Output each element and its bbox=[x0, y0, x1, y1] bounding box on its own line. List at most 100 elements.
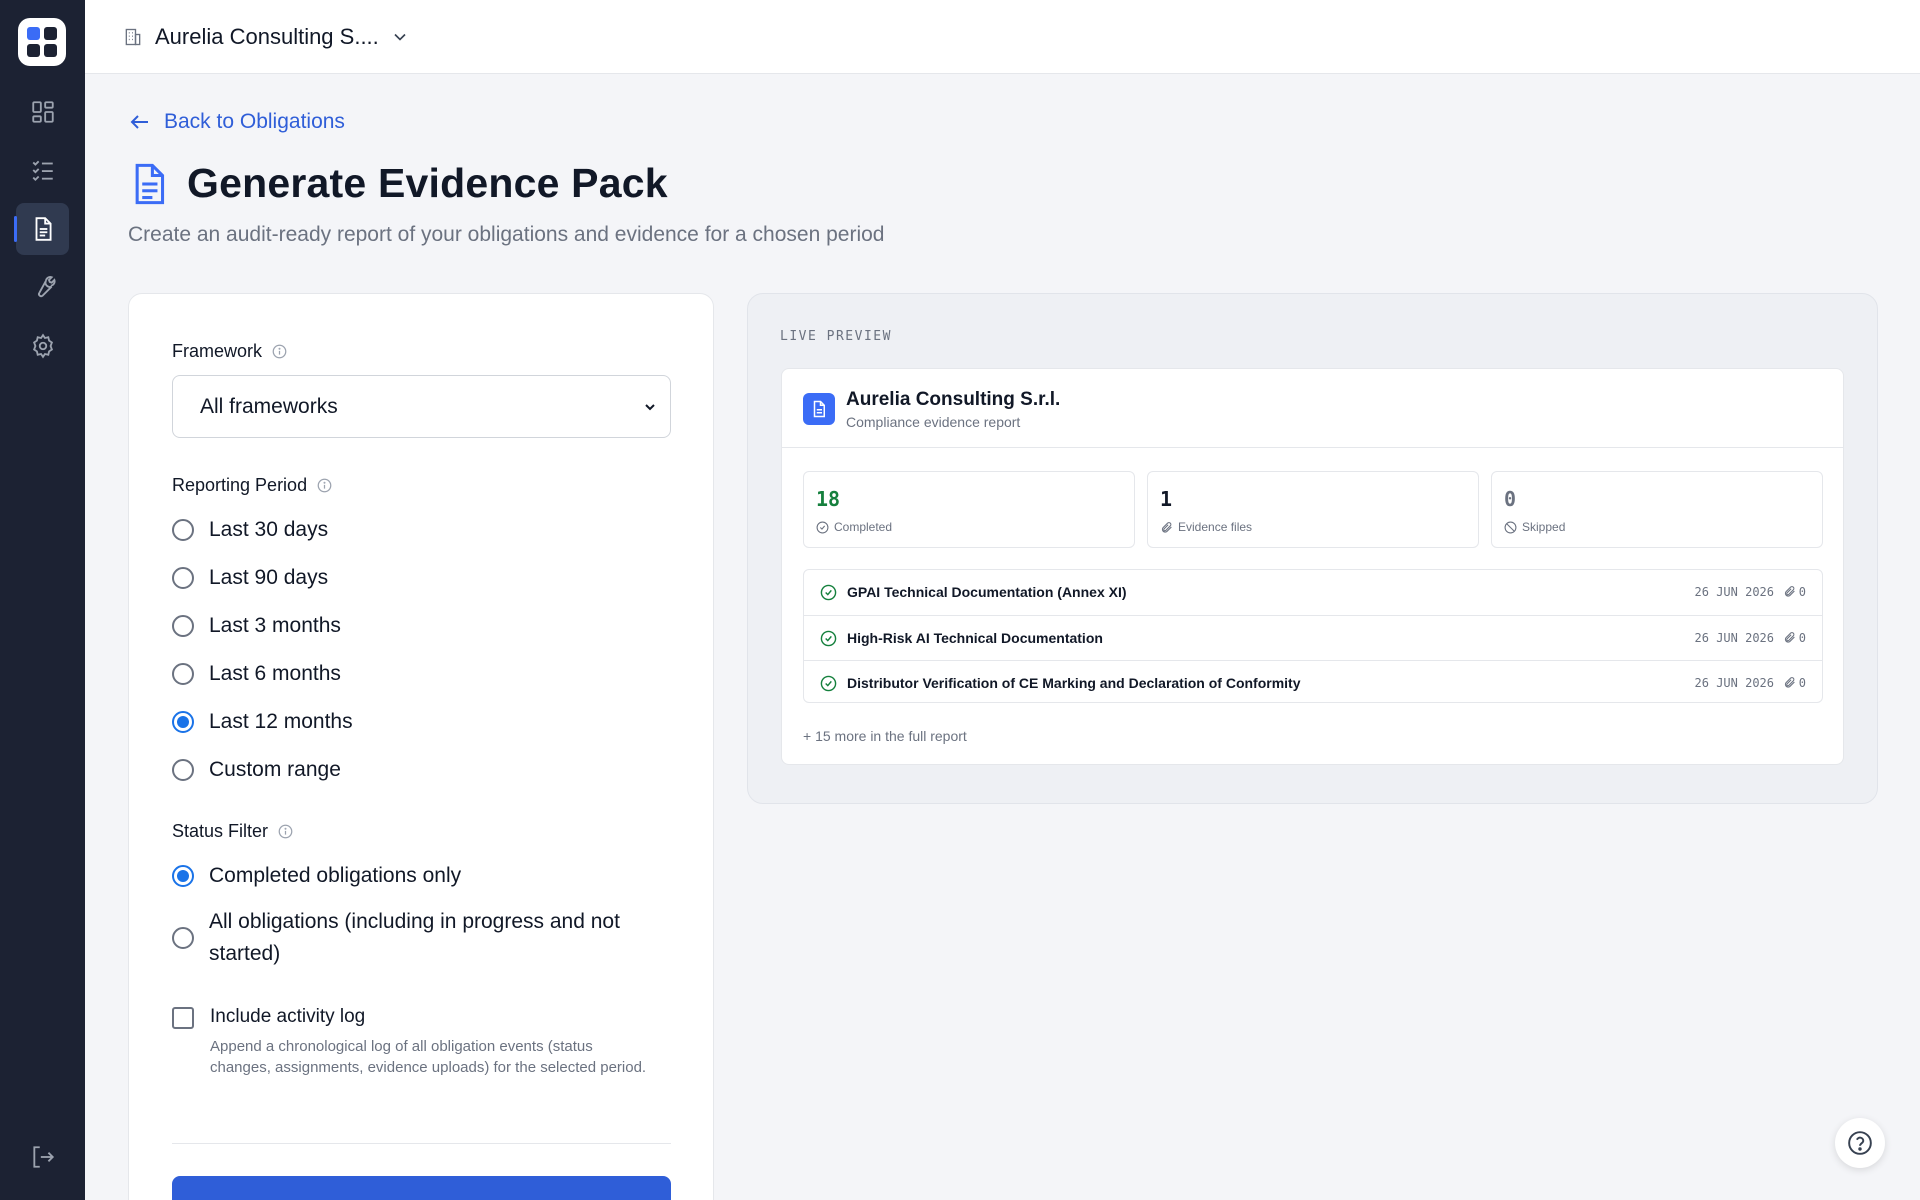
item-file-count: 0 bbox=[1798, 631, 1806, 645]
check-circle-icon bbox=[820, 630, 837, 647]
nav-tools[interactable] bbox=[16, 261, 69, 313]
logo-square bbox=[44, 27, 57, 40]
nav-reports[interactable] bbox=[14, 203, 69, 255]
logo-square bbox=[44, 44, 57, 57]
nav-dashboard[interactable] bbox=[16, 86, 69, 138]
reporting-period-label: Reporting Period bbox=[172, 475, 332, 496]
paperclip-icon bbox=[1784, 677, 1795, 688]
radio-button[interactable] bbox=[172, 663, 194, 685]
document-icon bbox=[135, 163, 165, 205]
divider bbox=[172, 1143, 671, 1144]
page-title: Generate Evidence Pack bbox=[187, 160, 668, 206]
include-activity-log-checkbox[interactable] bbox=[172, 1007, 194, 1029]
framework-select-value: All frameworks bbox=[200, 394, 338, 418]
help-button[interactable] bbox=[1835, 1118, 1885, 1168]
sidebar bbox=[0, 0, 85, 1200]
arrow-left-icon bbox=[130, 115, 148, 129]
logout-icon bbox=[32, 1146, 54, 1168]
chevron-down-icon bbox=[645, 404, 655, 411]
stat-value: 1 bbox=[1160, 487, 1173, 511]
back-link-label: Back to Obligations bbox=[164, 110, 345, 133]
info-icon[interactable] bbox=[272, 344, 287, 359]
stat-value: 18 bbox=[816, 487, 841, 511]
evidence-pack-form: Framework All frameworks Reporting Perio… bbox=[128, 293, 714, 1200]
info-icon[interactable] bbox=[317, 478, 332, 493]
period-option-3-months[interactable]: Last 3 months bbox=[172, 614, 341, 638]
stat-label-text: Evidence files bbox=[1178, 520, 1253, 534]
stat-skipped: 0 Skipped bbox=[1491, 471, 1823, 548]
more-items-note: + 15 more in the full report bbox=[803, 728, 967, 744]
period-option-label: Last 90 days bbox=[209, 566, 329, 589]
reporting-period-label-text: Reporting Period bbox=[172, 475, 308, 495]
live-preview-label: LIVE PREVIEW bbox=[780, 329, 892, 344]
stat-completed: 18 Completed bbox=[803, 471, 1135, 548]
radio-button[interactable] bbox=[172, 759, 194, 781]
status-filter-label: Status Filter bbox=[172, 821, 293, 842]
check-circle-icon bbox=[820, 584, 837, 601]
paperclip-icon bbox=[1784, 632, 1795, 643]
report-type: Compliance evidence report bbox=[846, 414, 1021, 430]
dashboard-icon bbox=[31, 101, 54, 123]
include-activity-log-label[interactable]: Include activity log bbox=[210, 1006, 365, 1028]
status-option-completed-only[interactable]: Completed obligations only bbox=[172, 864, 461, 888]
status-option-all-obligations[interactable]: All obligations (including in progress a… bbox=[172, 906, 642, 970]
org-switcher-name[interactable]: Aurelia Consulting S.... bbox=[155, 24, 379, 50]
chevron-down-icon[interactable] bbox=[390, 27, 410, 47]
page-subtitle: Create an audit-ready report of your obl… bbox=[128, 223, 885, 246]
live-preview-panel: LIVE PREVIEW Aurelia Consulting S.r.l. C… bbox=[747, 293, 1878, 804]
info-icon[interactable] bbox=[278, 824, 293, 839]
logo-check-square bbox=[27, 27, 40, 40]
period-option-6-months[interactable]: Last 6 months bbox=[172, 662, 341, 686]
radio-button[interactable] bbox=[172, 567, 194, 589]
item-title: GPAI Technical Documentation (Annex XI) bbox=[847, 584, 1127, 600]
help-circle-icon bbox=[1848, 1131, 1872, 1155]
activity-log-help-text: Append a chronological log of all obliga… bbox=[210, 1038, 647, 1076]
radio-button-checked[interactable] bbox=[172, 865, 194, 887]
item-title: Distributor Verification of CE Marking a… bbox=[847, 675, 1301, 691]
item-date: 26 JUN 2026 bbox=[1694, 676, 1774, 690]
item-date: 26 JUN 2026 bbox=[1694, 585, 1774, 599]
radio-button-checked[interactable] bbox=[172, 711, 194, 733]
gear-icon bbox=[32, 333, 53, 359]
status-filter-label-text: Status Filter bbox=[172, 821, 269, 841]
radio-button[interactable] bbox=[172, 927, 194, 949]
period-option-30-days[interactable]: Last 30 days bbox=[172, 518, 328, 542]
item-file-count: 0 bbox=[1798, 676, 1806, 690]
document-icon bbox=[813, 400, 825, 418]
check-circle-icon bbox=[816, 521, 829, 533]
stat-value: 0 bbox=[1504, 487, 1517, 511]
framework-label-text: Framework bbox=[172, 341, 263, 361]
period-option-label: Last 12 months bbox=[209, 710, 353, 733]
list-item: Distributor Verification of CE Marking a… bbox=[804, 660, 1822, 705]
checklist-icon bbox=[32, 160, 53, 182]
framework-select[interactable]: All frameworks bbox=[172, 375, 671, 438]
back-to-obligations-link[interactable]: Back to Obligations bbox=[128, 110, 345, 134]
nav-obligations[interactable] bbox=[16, 144, 69, 196]
stat-label: Skipped bbox=[1504, 520, 1565, 534]
nav-logout[interactable] bbox=[16, 1131, 69, 1183]
status-option-label: Completed obligations only bbox=[209, 864, 462, 887]
topbar: Aurelia Consulting S.... bbox=[85, 0, 1920, 74]
period-option-90-days[interactable]: Last 90 days bbox=[172, 566, 328, 590]
item-title: High-Risk AI Technical Documentation bbox=[847, 630, 1103, 646]
check-circle-icon bbox=[820, 675, 837, 692]
logo-square bbox=[27, 44, 40, 57]
period-option-12-months[interactable]: Last 12 months bbox=[172, 710, 353, 734]
report-header: Aurelia Consulting S.r.l. Compliance evi… bbox=[782, 369, 1843, 448]
status-option-label: All obligations (including in progress a… bbox=[209, 910, 620, 965]
report-org-name: Aurelia Consulting S.r.l. bbox=[846, 389, 1061, 410]
stat-label-text: Completed bbox=[834, 520, 893, 534]
nav-settings[interactable] bbox=[16, 320, 69, 372]
framework-label: Framework bbox=[172, 341, 287, 362]
report-badge bbox=[803, 393, 835, 425]
list-item: High-Risk AI Technical Documentation 26 … bbox=[804, 615, 1822, 660]
period-option-custom-range[interactable]: Custom range bbox=[172, 758, 341, 782]
period-option-label: Last 30 days bbox=[209, 518, 329, 541]
generate-button[interactable] bbox=[172, 1176, 671, 1200]
stat-label-text: Skipped bbox=[1522, 520, 1566, 534]
radio-button[interactable] bbox=[172, 519, 194, 541]
app-logo[interactable] bbox=[18, 18, 66, 66]
radio-button[interactable] bbox=[172, 615, 194, 637]
list-item: GPAI Technical Documentation (Annex XI) … bbox=[804, 570, 1822, 615]
stat-label: Evidence files bbox=[1160, 520, 1252, 534]
